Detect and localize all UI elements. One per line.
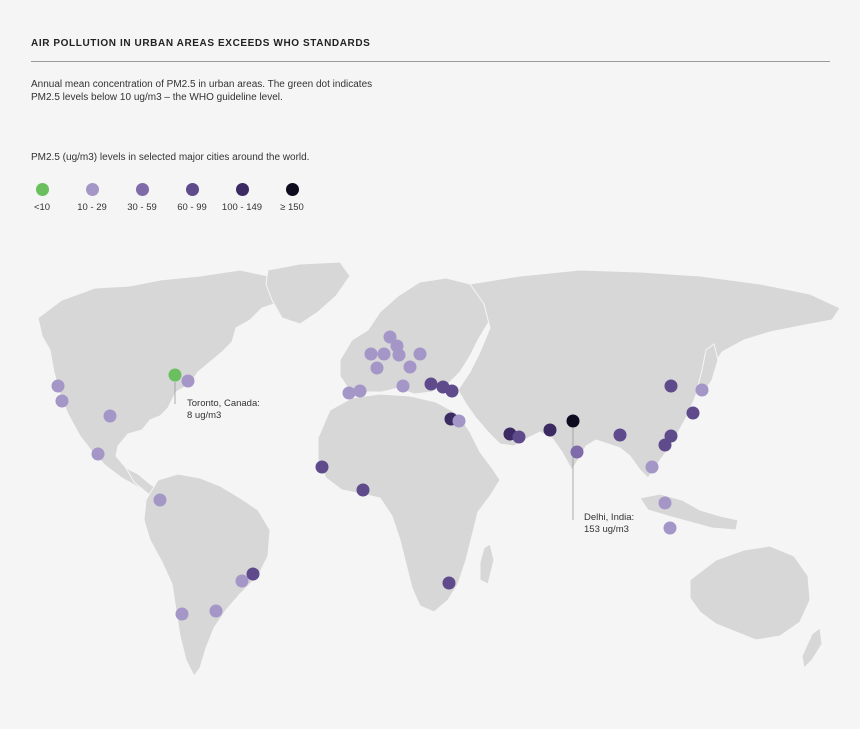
city-dot — [175, 607, 189, 621]
city-dot — [658, 496, 672, 510]
city-dot — [396, 379, 410, 393]
north-america-landmass — [37, 269, 291, 489]
city-dot — [663, 521, 677, 535]
city-dot — [512, 430, 526, 444]
city-dot — [181, 374, 195, 388]
toronto-dot — [168, 368, 182, 382]
delhi-label-line-2: 153 ug/m3 — [584, 524, 629, 535]
city-dot — [377, 347, 391, 361]
city-dot — [413, 347, 427, 361]
delhi-label-line-1: Delhi, India: — [584, 512, 634, 523]
city-dot — [570, 445, 584, 459]
city-dot — [424, 377, 438, 391]
city-dot — [452, 414, 466, 428]
city-dot — [645, 460, 659, 474]
asia-landmass — [457, 269, 841, 479]
city-dot — [658, 438, 672, 452]
city-dot — [364, 347, 378, 361]
city-dot — [356, 483, 370, 497]
city-dot — [403, 360, 417, 374]
city-dot — [246, 567, 260, 581]
city-dot — [55, 394, 69, 408]
toronto-label-line-1: Toronto, Canada: — [187, 398, 260, 409]
new-zealand-landmass — [801, 627, 823, 670]
city-dot — [695, 383, 709, 397]
city-dot — [235, 574, 249, 588]
delhi-dot — [566, 414, 580, 428]
southeast-asia-islands — [639, 493, 739, 531]
madagascar-landmass — [479, 543, 495, 585]
city-dot — [153, 493, 167, 507]
city-dot — [445, 384, 459, 398]
city-dot — [51, 379, 65, 393]
city-dot — [103, 409, 117, 423]
continents — [37, 261, 841, 677]
city-dot — [392, 348, 406, 362]
city-dot — [315, 460, 329, 474]
africa-landmass — [317, 393, 501, 613]
city-dot — [686, 406, 700, 420]
city-dot — [543, 423, 557, 437]
city-dot — [91, 447, 105, 461]
australia-landmass — [689, 545, 811, 641]
city-dot — [613, 428, 627, 442]
city-dot — [209, 604, 223, 618]
toronto-label-line-2: 8 ug/m3 — [187, 410, 221, 421]
city-dot — [342, 386, 356, 400]
greenland-landmass — [265, 261, 351, 325]
toronto-annotation: Toronto, Canada: 8 ug/m3 — [174, 382, 260, 421]
world-map: Toronto, Canada: 8 ug/m3 Delhi, India: 1… — [37, 261, 841, 677]
city-dot — [442, 576, 456, 590]
city-dot — [370, 361, 384, 375]
city-dot — [664, 379, 678, 393]
city-dot — [353, 384, 367, 398]
